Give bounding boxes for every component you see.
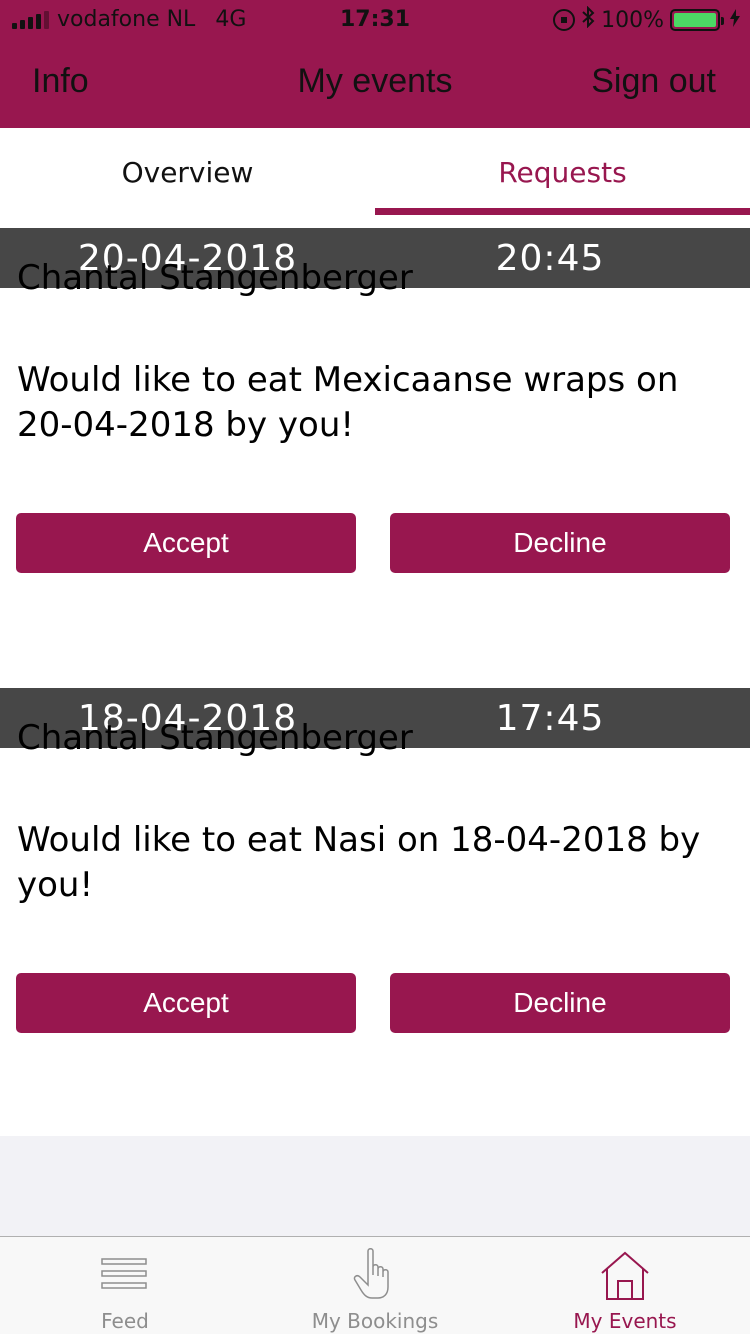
hand-pointer-icon: [353, 1248, 389, 1299]
charging-icon: [730, 8, 740, 32]
tab-overview[interactable]: Overview: [0, 156, 375, 189]
tab-bar-my-bookings[interactable]: My Bookings: [250, 1237, 500, 1334]
orientation-lock-icon: [553, 9, 576, 31]
requester-name: Chantal Stangenberger: [17, 718, 413, 758]
decline-button[interactable]: Decline: [390, 973, 730, 1033]
tab-bar-events-label: My Events: [573, 1309, 677, 1333]
nav-title: My events: [297, 62, 453, 100]
bottom-tab-bar: Feed My Bookings My Events: [0, 1236, 750, 1334]
tab-bar-my-events[interactable]: My Events: [500, 1237, 750, 1334]
battery-percentage: 100%: [601, 7, 664, 33]
tab-bar-feed-label: Feed: [101, 1309, 149, 1333]
bluetooth-icon: [581, 5, 595, 34]
segment-tabs: Overview Requests: [0, 128, 750, 216]
tab-requests[interactable]: Requests: [375, 156, 750, 189]
requester-name: Chantal Stangenberger: [17, 258, 413, 298]
request-card: 18-04-2018 17:45 Chantal Stangenberger W…: [0, 688, 750, 1136]
sign-out-button[interactable]: Sign out: [591, 62, 716, 101]
feed-list-icon: [101, 1258, 147, 1289]
tab-bar-feed[interactable]: Feed: [0, 1237, 250, 1334]
accept-button[interactable]: Accept: [16, 513, 356, 573]
list-footer-background: [0, 1136, 750, 1236]
request-time: 17:45: [495, 698, 605, 739]
nav-bar: Info My events Sign out: [0, 40, 750, 128]
request-time: 20:45: [495, 238, 605, 279]
status-bar: vodafone NL 4G 17:31 100%: [0, 0, 750, 40]
status-right: 100%: [553, 5, 740, 34]
battery-icon: [670, 9, 724, 31]
active-tab-indicator: [375, 208, 750, 215]
request-message: Would like to eat Nasi on 18-04-2018 by …: [17, 820, 701, 905]
accept-button[interactable]: Accept: [16, 973, 356, 1033]
home-icon: [601, 1251, 649, 1300]
decline-button[interactable]: Decline: [390, 513, 730, 573]
info-button[interactable]: Info: [32, 62, 89, 101]
tab-bar-bookings-label: My Bookings: [311, 1309, 439, 1333]
request-card: 20-04-2018 20:45 Chantal Stangenberger W…: [0, 228, 750, 688]
request-message: Would like to eat Mexicaanse wraps on 20…: [17, 360, 679, 445]
